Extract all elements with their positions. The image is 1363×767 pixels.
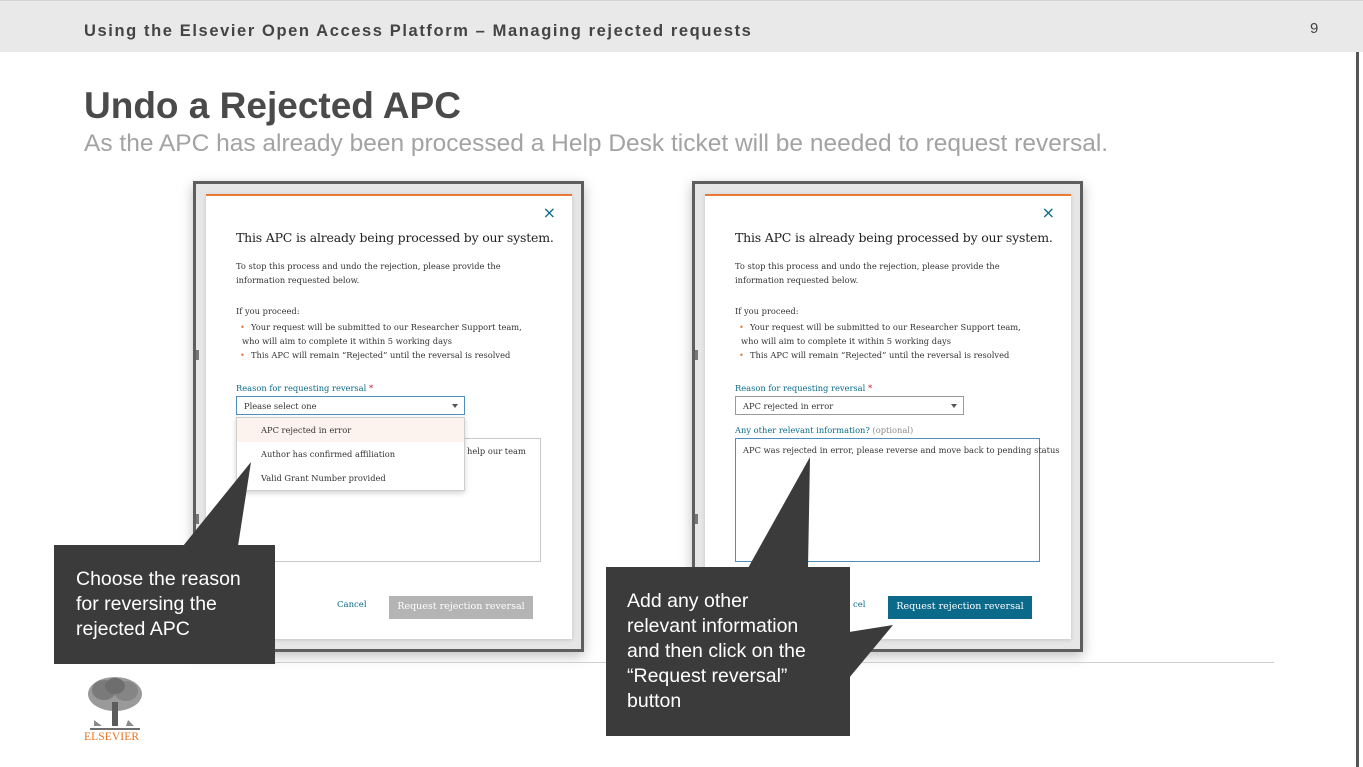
- callout-add-information: Add any other relevant information and t…: [606, 567, 850, 736]
- callout-choose-reason: Choose the reason for reversing the reje…: [54, 545, 275, 664]
- left-callout-pointer: [183, 462, 251, 546]
- right-callout-pointer-right: [849, 625, 893, 678]
- right-callout-pointer-up: [748, 457, 810, 568]
